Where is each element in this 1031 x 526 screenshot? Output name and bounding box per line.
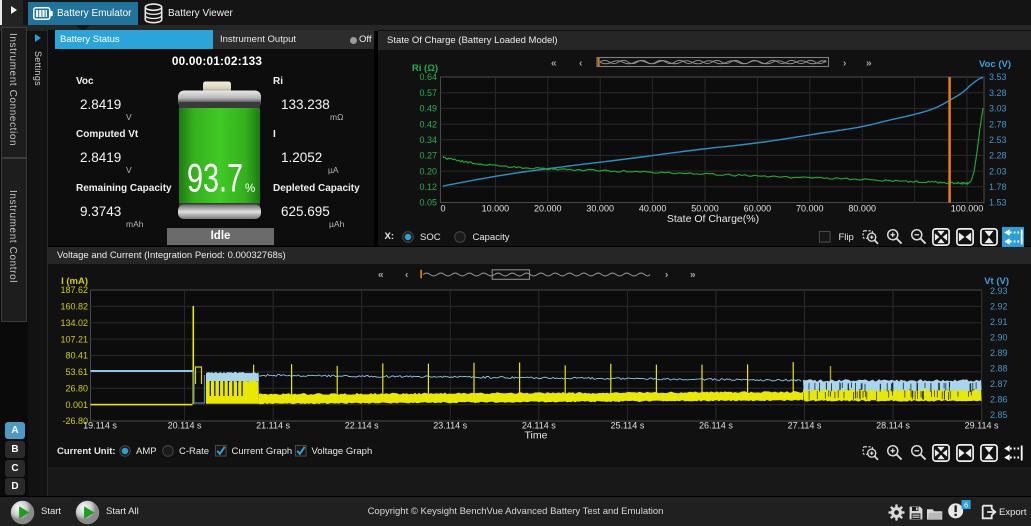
svg-text:2.03: 2.03 [989,166,1007,176]
svg-text:50.000: 50.000 [691,204,719,214]
svg-text:29.114 s: 29.114 s [965,421,999,431]
svg-text:60.000: 60.000 [744,204,772,214]
svg-text:»: » [690,270,696,281]
svg-text:0.42: 0.42 [419,119,437,129]
svg-text:6: 6 [964,501,968,510]
svg-text:0.57: 0.57 [419,88,437,98]
svg-text:2.88: 2.88 [990,364,1008,374]
svg-text:21.114 s: 21.114 s [256,421,290,431]
svg-text:100.000: 100.000 [951,204,984,214]
svg-text:2.85: 2.85 [990,410,1008,420]
svg-text:20.114 s: 20.114 s [168,421,202,431]
svg-text:27.114 s: 27.114 s [788,421,822,431]
svg-text:2.87: 2.87 [990,379,1008,389]
svg-text:2.28: 2.28 [989,151,1007,161]
svg-text:2.78: 2.78 [989,119,1007,129]
svg-text:26.80: 26.80 [65,383,88,393]
svg-text:State Of Charge(%): State Of Charge(%) [667,213,759,225]
svg-text:1.53: 1.53 [989,198,1007,208]
svg-text:2.53: 2.53 [989,135,1007,145]
svg-text:›: › [665,270,668,281]
svg-text:80.000: 80.000 [848,204,876,214]
svg-text:22.114 s: 22.114 s [345,421,379,431]
svg-text:1.78: 1.78 [989,182,1007,192]
svg-text:0.34: 0.34 [419,135,437,145]
svg-text:10.000: 10.000 [482,204,510,214]
svg-text:Voc (V): Voc (V) [979,59,1011,70]
svg-text:134.02: 134.02 [60,318,88,328]
svg-text:0: 0 [440,204,445,214]
svg-text:«: « [551,58,557,69]
svg-text:30.000: 30.000 [586,204,614,214]
svg-text:0.001: 0.001 [65,400,88,410]
svg-text:53.61: 53.61 [65,367,88,377]
svg-text:‹: ‹ [405,270,408,281]
svg-text:0.20: 0.20 [419,166,437,176]
svg-text:26.114 s: 26.114 s [699,421,733,431]
svg-text:0.64: 0.64 [419,72,437,82]
svg-text:20.000: 20.000 [534,204,562,214]
svg-text:3.53: 3.53 [989,72,1007,82]
svg-text:70.000: 70.000 [796,204,824,214]
svg-text:25.114 s: 25.114 s [610,421,644,431]
svg-text:2.90: 2.90 [990,333,1008,343]
svg-text:0.27: 0.27 [419,151,437,161]
svg-text:2.91: 2.91 [990,317,1008,327]
svg-text:2.86: 2.86 [990,395,1008,405]
svg-text:%: % [245,183,255,195]
svg-text:93.7: 93.7 [187,157,243,201]
svg-text:»: » [866,58,872,69]
svg-text:40.000: 40.000 [639,204,667,214]
svg-text:2.93: 2.93 [990,286,1008,296]
svg-text:23.114 s: 23.114 s [433,421,467,431]
svg-text:Time: Time [525,430,548,442]
svg-text:0.49: 0.49 [419,104,437,114]
svg-text:«: « [378,270,384,281]
svg-text:187.62: 187.62 [60,285,88,295]
svg-text:0.12: 0.12 [419,182,437,192]
svg-text:3.28: 3.28 [989,88,1007,98]
svg-text:19.114 s: 19.114 s [83,421,117,431]
svg-text:0.05: 0.05 [419,198,437,208]
svg-text:2.92: 2.92 [990,302,1008,312]
svg-text:107.21: 107.21 [60,334,88,344]
svg-text:‹: ‹ [579,58,582,69]
svg-text:160.82: 160.82 [60,302,88,312]
svg-text:3.03: 3.03 [989,104,1007,114]
svg-text:2.89: 2.89 [990,348,1008,358]
svg-text:80.41: 80.41 [65,351,88,361]
svg-text:›: › [843,58,846,69]
svg-text:28.114 s: 28.114 s [876,421,910,431]
